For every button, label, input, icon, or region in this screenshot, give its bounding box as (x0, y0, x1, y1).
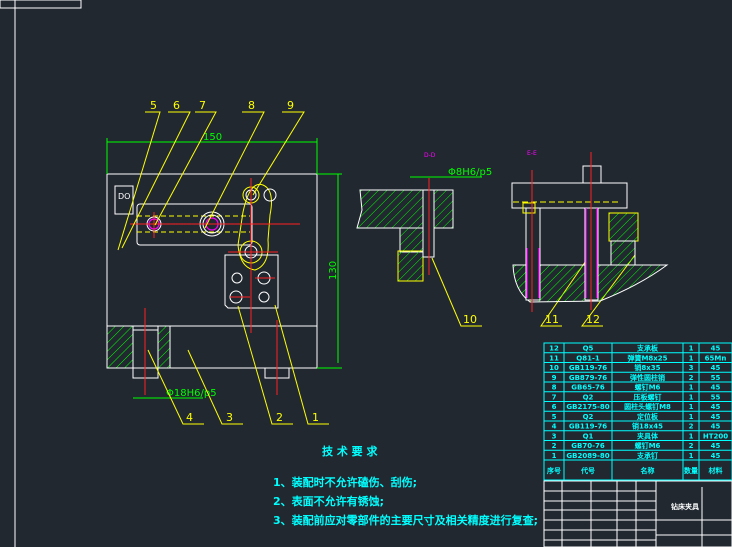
bom-cell-no: 4 (552, 423, 557, 431)
bom-cell-name: 压板螺钉 (634, 392, 662, 401)
bom-cell-name: 定位板 (637, 412, 659, 421)
bom-cell-material: 45 (711, 364, 721, 372)
dim-fit-main: Φ18H6/p5 (166, 388, 217, 399)
bom-cell-no: 1 (552, 452, 557, 460)
bom-cell-code: GB70-76 (571, 442, 605, 450)
bom-header-qty: 数量 (684, 466, 698, 475)
bom-cell-name: 螺钉M6 (635, 383, 661, 392)
balloon-7: 7 (199, 99, 206, 112)
bom-cell-code: GB65-76 (571, 384, 605, 392)
bom-cell-qty: 1 (689, 452, 694, 460)
bom-cell-qty: 1 (689, 354, 694, 362)
balloon-11: 11 (545, 313, 559, 326)
bom-cell-code: GB2089-80 (566, 452, 609, 460)
bom-header-no: 序号 (546, 466, 561, 475)
bom-cell-code: GB119-76 (569, 364, 607, 372)
bom-cell-no: 10 (549, 364, 559, 372)
balloon-3: 3 (226, 411, 233, 424)
requirements-title: 技 术 要 求 (322, 444, 378, 458)
section-mark-d: D-D (424, 152, 436, 159)
bom-cell-material: 45 (711, 403, 721, 411)
bom-cell-code: GB2175-80 (566, 403, 609, 411)
bom-cell-name: 弹簧M8x25 (627, 353, 667, 362)
bom-cell-code: Q81-1 (576, 354, 600, 362)
bom-cell-qty: 2 (689, 374, 694, 382)
bom-cell-qty: 1 (689, 393, 694, 401)
section-view-e (511, 152, 669, 312)
bom-cell-code: Q2 (583, 393, 594, 401)
requirement-2: 2、表面不允许有锈蚀; (273, 494, 384, 508)
bom-cell-name: 支承钉 (636, 451, 658, 460)
bom-cell-material: 55 (711, 374, 721, 382)
bom-cell-no: 7 (552, 393, 557, 401)
bill-of-materials: 12 Q5 支承板 1 4511 Q81-1 弹簧M8x25 1 65Mn10 GB119-76 销… (543, 342, 732, 481)
dim-fit-section: Φ8H6/p5 (448, 167, 492, 178)
bom-cell-name: 螺钉M6 (635, 441, 661, 450)
bom-cell-code: GB119-76 (569, 423, 607, 431)
bom-cell-qty: 1 (689, 432, 694, 440)
section-mark-e: E-E (527, 150, 537, 157)
technical-requirements: 技 术 要 求 1、装配时不允许磕伤、刮伤; 2、表面不允许有锈蚀; 3、装配前… (273, 444, 538, 527)
bom-cell-no: 3 (552, 432, 557, 440)
balloon-12: 12 (586, 313, 600, 326)
bom-cell-name: 销18x45 (631, 422, 663, 431)
bom-cell-material: 55 (711, 393, 721, 401)
bom-cell-qty: 3 (689, 364, 694, 372)
balloon-4: 4 (186, 411, 193, 424)
bom-cell-qty: 2 (689, 442, 694, 450)
corner-box (0, 0, 82, 9)
dim-150: 150 (203, 132, 222, 143)
balloon-9: 9 (287, 99, 294, 112)
main-view: DO (106, 173, 318, 395)
bom-cell-no: 6 (552, 403, 557, 411)
bom-cell-name: 圆柱头螺钉M8 (624, 402, 671, 411)
bom-cell-material: 45 (711, 442, 721, 450)
bom-cell-material: 45 (711, 423, 721, 431)
bom-cell-material: 45 (711, 413, 721, 421)
bom-cell-material: 45 (711, 345, 721, 353)
balloon-8: 8 (248, 99, 255, 112)
balloon-2: 2 (276, 411, 283, 424)
bom-cell-material: 65Mn (705, 354, 727, 362)
requirement-1: 1、装配时不允许磕伤、刮伤; (273, 475, 417, 489)
requirement-3: 3、装配前应对零部件的主要尺寸及相关精度进行复查; (273, 513, 538, 527)
bom-cell-code: GB879-76 (569, 374, 607, 382)
bom-cell-qty: 2 (689, 423, 694, 431)
bom-cell-no: 5 (552, 413, 557, 421)
bom-cell-qty: 1 (689, 413, 694, 421)
cad-drawing: DO 150 130 Φ18H6/p5 Φ8H6/p5 D-D E-E 5 6 … (0, 0, 732, 547)
bom-cell-code: Q2 (583, 413, 594, 421)
balloon-6: 6 (173, 99, 180, 112)
bom-cell-code: Q5 (583, 345, 594, 353)
bom-cell-name: 弹性圆柱销 (630, 373, 665, 382)
bom-cell-no: 12 (549, 345, 559, 353)
drawing-name: 钻床夹具 (671, 502, 699, 511)
svg-text:DO: DO (118, 192, 130, 201)
bom-header-material: 材料 (708, 466, 723, 475)
bom-cell-no: 8 (552, 384, 557, 392)
balloon-1: 1 (312, 411, 319, 424)
balloon-5: 5 (150, 99, 157, 112)
dimensions: 150 130 Φ18H6/p5 Φ8H6/p5 D-D E-E (106, 132, 537, 399)
bom-cell-material: 45 (711, 452, 721, 460)
bom-cell-name: 夹具体 (637, 431, 659, 440)
title-block: 钻床夹具 (543, 480, 732, 547)
bom-cell-qty: 1 (689, 403, 694, 411)
bom-cell-material: HT200 (703, 432, 728, 440)
bom-cell-code: Q1 (583, 432, 594, 440)
bom-cell-no: 9 (552, 374, 557, 382)
bom-cell-no: 2 (552, 442, 557, 450)
dim-130: 130 (328, 261, 339, 280)
bom-header-code: 代号 (580, 466, 595, 475)
bom-cell-no: 11 (549, 354, 559, 362)
leaders: 5 6 7 8 9 4 3 2 1 10 11 12 (117, 99, 636, 425)
balloon-10: 10 (463, 313, 477, 326)
section-view-d (356, 178, 454, 282)
bom-cell-name: 销8x35 (633, 363, 660, 372)
bom-header-name: 名称 (641, 466, 655, 475)
bom-cell-name: 支承板 (636, 344, 659, 353)
bom-cell-material: 45 (711, 384, 721, 392)
bom-cell-qty: 1 (689, 345, 694, 353)
bom-cell-qty: 1 (689, 384, 694, 392)
